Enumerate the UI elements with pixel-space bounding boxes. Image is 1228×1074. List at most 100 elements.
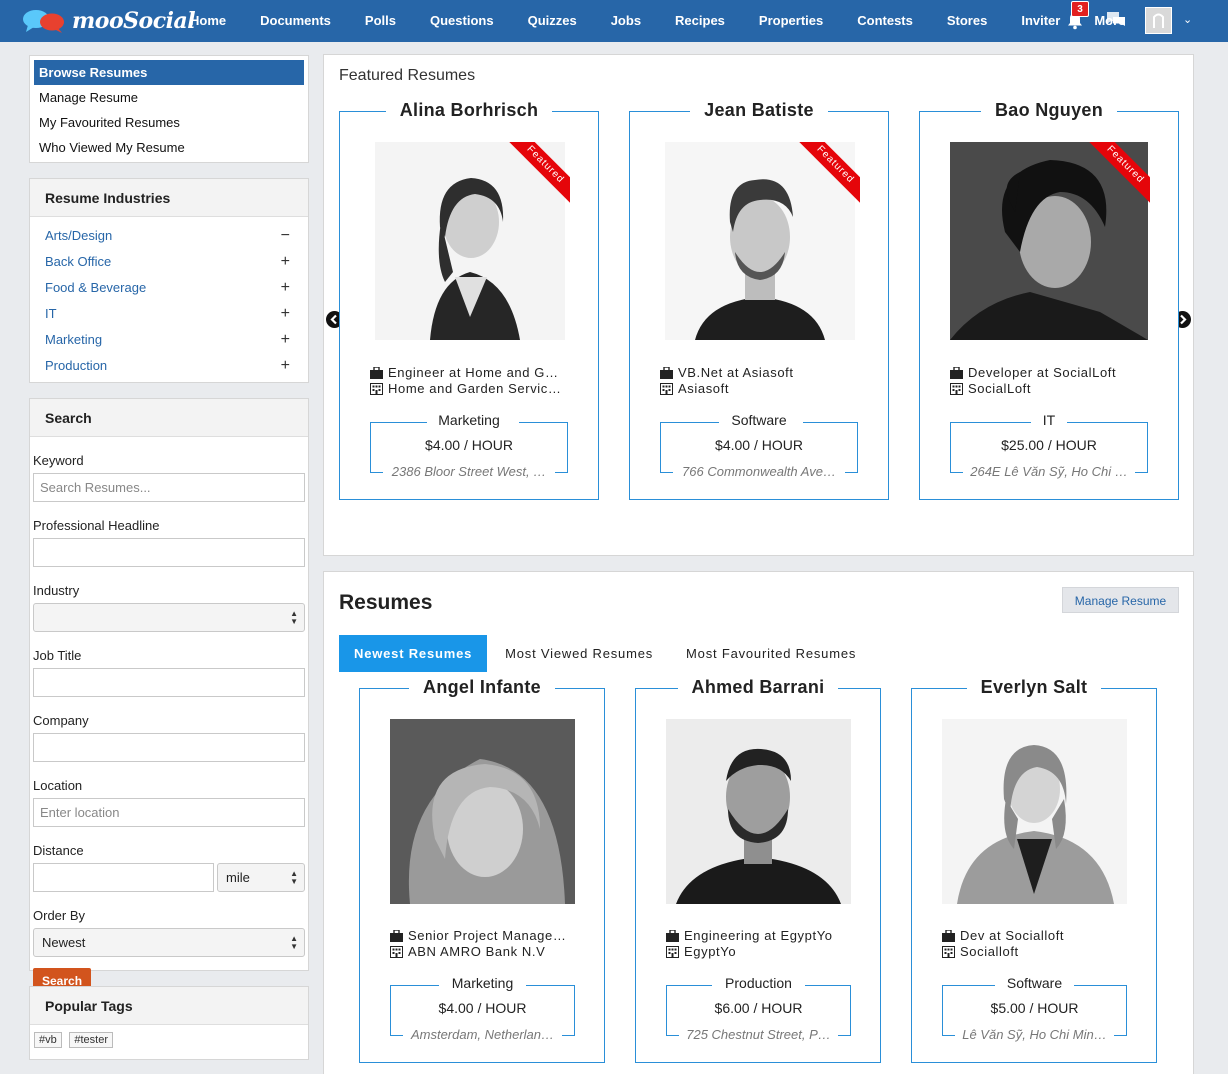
industry-item[interactable]: Back Office + [30,249,308,275]
featured-resumes-box: Featured Resumes Alina Borhrisch Feature… [323,54,1194,556]
messages-icon[interactable] [1106,11,1126,29]
user-silhouette-icon [1153,13,1164,28]
nav-properties[interactable]: Properties [742,0,840,42]
resume-name[interactable]: Angel Infante [409,677,555,697]
tab-most-favourited[interactable]: Most Favourited Resumes [668,635,871,672]
resume-details-box: Marketing $4.00 / HOUR Amsterdam, Nether… [390,975,575,1042]
resume-meta: Engineer at Home and G… Home and Garden … [370,365,578,397]
tag-tester[interactable]: #tester [69,1032,114,1048]
industry-select[interactable]: ▲ ▼ [33,603,305,632]
tab-most-viewed[interactable]: Most Viewed Resumes [487,635,668,672]
menu-who-viewed[interactable]: Who Viewed My Resume [34,135,304,160]
tab-newest-resumes[interactable]: Newest Resumes [339,635,488,672]
distance-unit-select[interactable]: mile ▲ ▼ [217,863,305,892]
resume-meta: Senior Project Manage… ABN AMRO Bank N.V [390,928,584,960]
expand-icon[interactable]: + [281,275,290,301]
top-navbar: mooSocial Home Documents Polls Questions… [0,0,1228,42]
resume-job: Engineer at Home and G… [388,365,559,380]
industry-item[interactable]: Food & Beverage + [30,275,308,301]
resume-name[interactable]: Jean Batiste [690,100,828,120]
nav-recipes[interactable]: Recipes [658,0,742,42]
expand-icon[interactable]: + [281,327,290,353]
featured-resume-card[interactable]: Bao Nguyen Featured Developer at SocialL… [919,100,1179,500]
keyword-input[interactable]: Search Resumes... [33,473,305,502]
nav-quizzes[interactable]: Quizzes [511,0,594,42]
industry-item[interactable]: Marketing + [30,327,308,353]
menu-manage-resume[interactable]: Manage Resume [34,85,304,110]
location-input[interactable]: Enter location [33,798,305,827]
resume-location: 264E Lê Văn Sỹ, Ho Chi … [970,464,1128,479]
resume-meta: Dev at Socialloft Socialloft [942,928,1136,960]
main-nav: Home Documents Polls Questions Quizzes J… [172,0,1142,42]
select-arrows-icon: ▲ ▼ [290,869,298,886]
chat-bubbles-icon [23,10,64,33]
resume-job: Developer at SocialLoft [968,365,1117,380]
resume-industry: Software [1006,975,1063,991]
briefcase-icon [370,367,383,379]
nav-home[interactable]: Home [172,0,243,42]
distance-unit-value: mile [226,870,250,885]
nav-polls[interactable]: Polls [348,0,413,42]
user-avatar[interactable] [1145,7,1172,34]
resume-details-box: Software $4.00 / HOUR 766 Commonwealth A… [660,412,858,479]
expand-icon[interactable]: + [281,301,290,327]
featured-ribbon-label: Featured [790,142,860,204]
briefcase-icon [390,930,403,942]
nav-contests[interactable]: Contests [840,0,930,42]
featured-ribbon: Featured [790,142,860,204]
resume-job: VB.Net at Asiasoft [678,365,794,380]
resume-card[interactable]: Angel Infante Senior Project Manage… ABN… [359,677,605,1063]
industry-item[interactable]: Arts/Design − [30,223,308,249]
expand-icon[interactable]: + [281,353,290,379]
headline-input[interactable] [33,538,305,567]
briefcase-icon [942,930,955,942]
featured-resume-card[interactable]: Alina Borhrisch Featured Engineer at Hom… [339,100,599,500]
brand-logo[interactable]: mooSocial [22,6,196,36]
manage-resume-button[interactable]: Manage Resume [1062,587,1179,613]
collapse-icon[interactable]: − [281,223,290,249]
menu-browse-resumes[interactable]: Browse Resumes [34,60,304,85]
resume-company: EgyptYo [684,944,737,959]
jobtitle-label: Job Title [33,648,82,663]
resume-name[interactable]: Alina Borhrisch [385,100,553,120]
nav-documents[interactable]: Documents [243,0,348,42]
resume-name[interactable]: Bao Nguyen [980,100,1117,120]
resume-industry: IT [1042,412,1056,428]
industry-item[interactable]: Production + [30,353,308,379]
briefcase-icon [950,367,963,379]
resume-rate: $4.00 / HOUR [425,437,513,453]
industry-label: Arts/Design [45,228,113,243]
resume-industry: Marketing [451,975,514,991]
resume-name[interactable]: Everlyn Salt [966,677,1102,697]
resume-name[interactable]: Ahmed Barrani [677,677,839,697]
industry-label: Industry [33,583,80,598]
industry-label: Food & Beverage [45,280,147,295]
featured-resume-card[interactable]: Jean Batiste Featured VB.Net at Asiasoft… [629,100,889,500]
tag-vb[interactable]: #vb [34,1032,62,1048]
keyword-label: Keyword [33,453,84,468]
nav-questions[interactable]: Questions [413,0,511,42]
industry-label: IT [45,306,57,321]
search-title: Search [30,399,308,437]
resume-rate: $6.00 / HOUR [714,1000,803,1016]
select-arrows-icon: ▲ ▼ [290,609,298,626]
industry-item[interactable]: IT + [30,301,308,327]
nav-jobs[interactable]: Jobs [594,0,658,42]
order-select-value: Newest [42,935,86,950]
resume-company: Home and Garden Servic… [388,381,562,396]
company-label: Company [33,713,89,728]
expand-icon[interactable]: + [281,249,290,275]
resume-photo [390,719,575,904]
company-input[interactable] [33,733,305,762]
jobtitle-input[interactable] [33,668,305,697]
resume-job: Engineering at EgyptYo [684,928,833,943]
chevron-down-icon[interactable]: ⌄ [1183,13,1192,26]
menu-favourited-resumes[interactable]: My Favourited Resumes [34,110,304,135]
resume-card[interactable]: Everlyn Salt Dev at Socialloft Sociallof… [911,677,1157,1063]
resume-rate: $4.00 / HOUR [715,437,803,453]
resume-card[interactable]: Ahmed Barrani Engineering at EgyptYo Egy… [635,677,881,1063]
building-icon [370,383,383,395]
distance-input[interactable] [33,863,214,892]
nav-stores[interactable]: Stores [930,0,1004,42]
order-select[interactable]: Newest ▲ ▼ [33,928,305,957]
